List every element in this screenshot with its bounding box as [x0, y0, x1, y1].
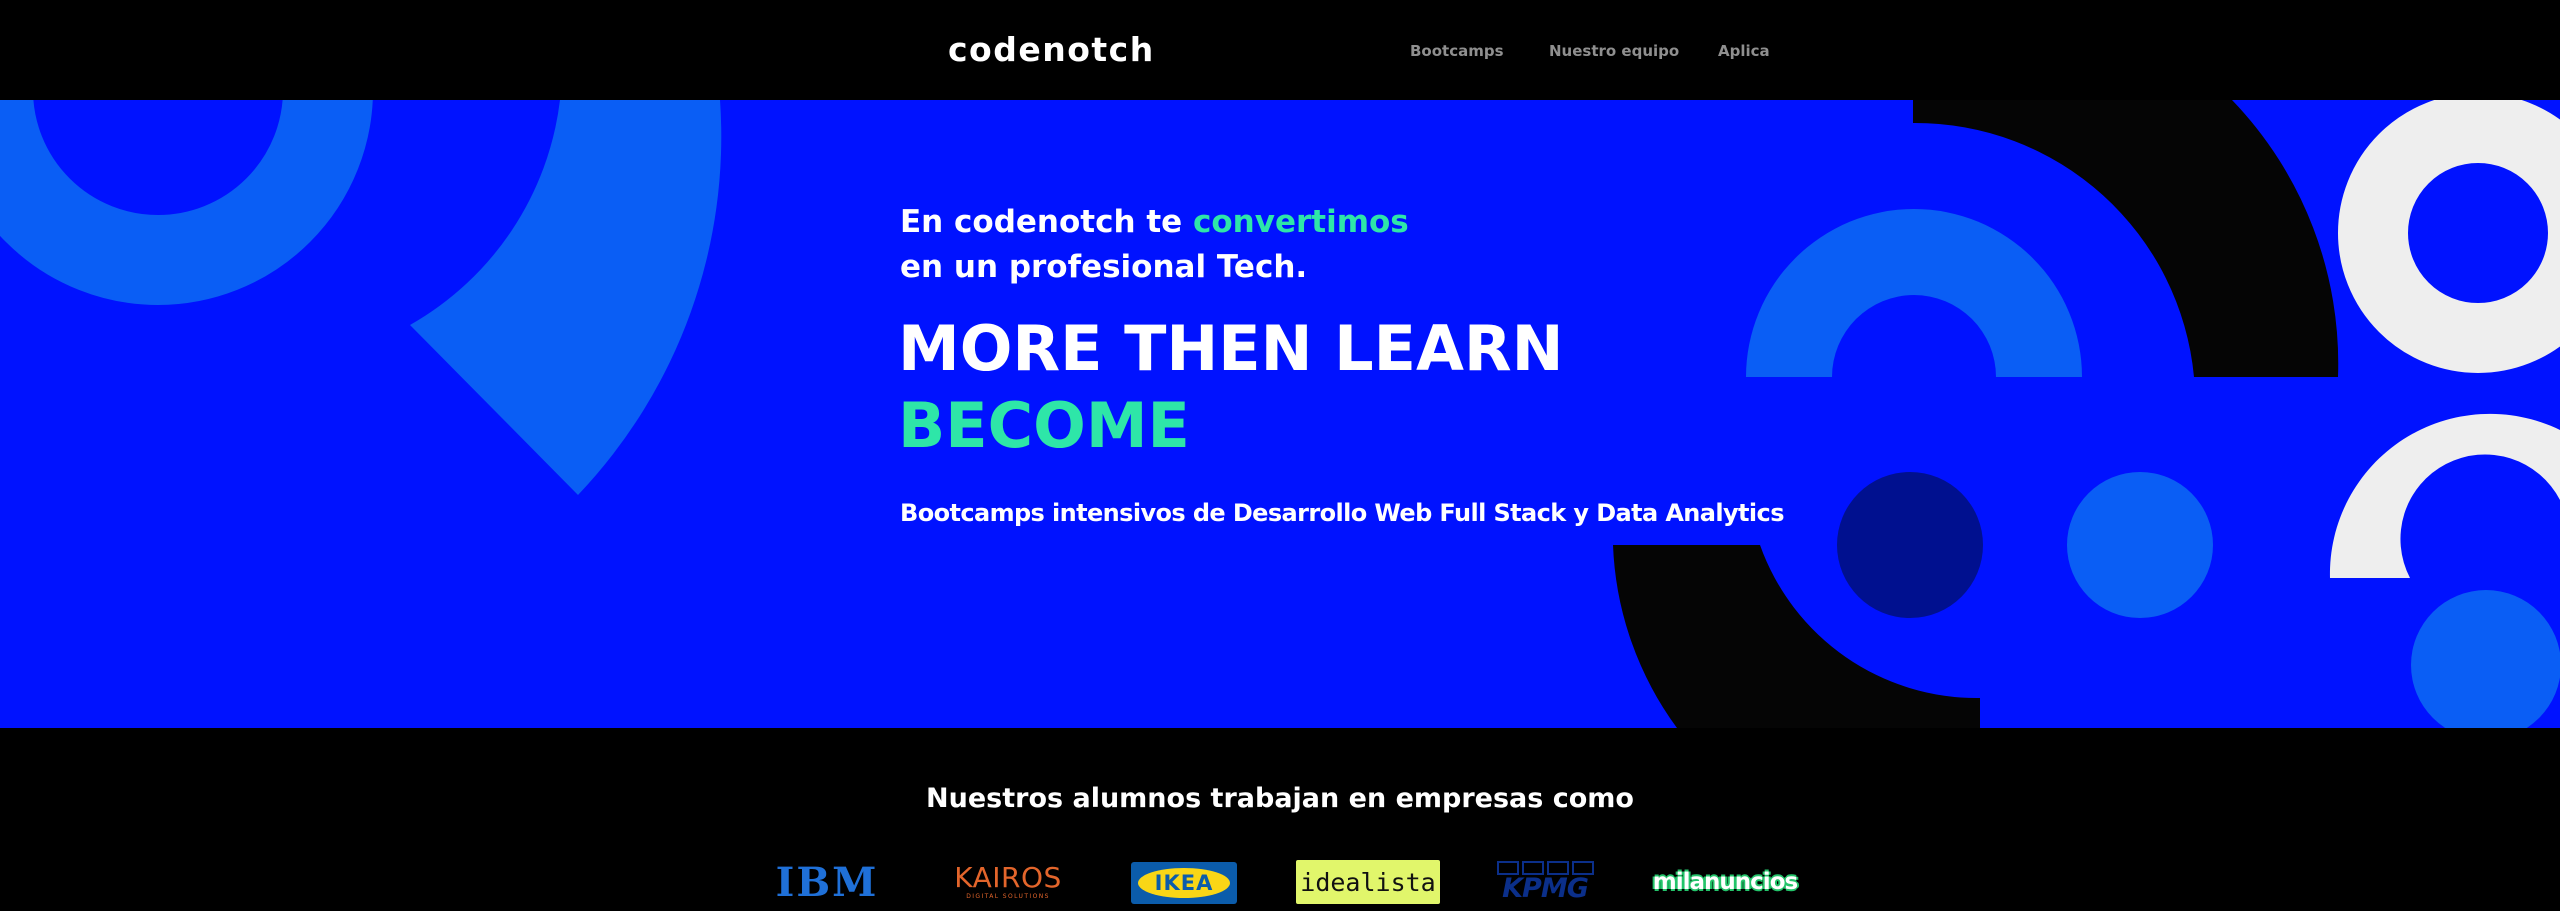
hero-headline-line2: BECOME	[898, 389, 1190, 462]
hero-headline: MORE THEN LEARN BECOME	[898, 310, 1564, 464]
deco-ring-top-left	[0, 100, 373, 305]
kpmg-logo: KPMG	[1495, 860, 1595, 904]
ikea-logo: IKEA	[1131, 862, 1237, 904]
hero-intro-accent: convertimos	[1193, 204, 1409, 240]
ibm-logo-text: IBM	[775, 858, 879, 906]
kairos-logo-subtext: DIGITAL SOLUTIONS	[966, 893, 1050, 900]
deco-white-half-ring	[2329, 413, 2560, 578]
kairos-logo-text: KAIROS	[954, 861, 1062, 894]
hero-intro-line2: en un profesional Tech.	[900, 249, 1308, 285]
deco-half-ring-blue	[1746, 209, 2082, 377]
nav-link-bootcamps[interactable]: Bootcamps	[1410, 40, 1504, 62]
companies-section: Nuestros alumnos trabajan en empresas co…	[0, 728, 2560, 911]
milanuncios-logo-text: milanuncios	[1652, 869, 1798, 895]
hero-intro-prefix: En codenotch te	[900, 204, 1193, 240]
hero-intro: En codenotch te convertimos en un profes…	[900, 200, 1409, 290]
deco-blue-circle-bottom	[2411, 590, 2560, 728]
milanuncios-logo: milanuncios	[1652, 860, 1798, 904]
kairos-logo: KAIROS DIGITAL SOLUTIONS	[952, 860, 1064, 904]
deco-arc-left	[410, 100, 722, 495]
codenotch-logo[interactable]: codenotch	[948, 30, 1155, 70]
idealista-logo-text: idealista	[1300, 867, 1436, 897]
nav-link-aplica[interactable]: Aplica	[1718, 40, 1770, 62]
nav-link-nuestro-equipo[interactable]: Nuestro equipo	[1549, 40, 1679, 62]
deco-white-ring	[2338, 100, 2560, 373]
kpmg-logo-text: KPMG	[1502, 873, 1589, 904]
top-navbar: codenotch Bootcamps Nuestro equipo Aplic…	[0, 0, 2560, 100]
ikea-logo-text: IKEA	[1154, 871, 1214, 895]
ikea-logo-oval: IKEA	[1138, 868, 1230, 898]
hero-banner: En codenotch te convertimos en un profes…	[0, 100, 2560, 728]
companies-title: Nuestros alumnos trabajan en empresas co…	[926, 783, 1634, 814]
deco-blue-circle	[2067, 472, 2213, 618]
hero-headline-line1: MORE THEN LEARN	[898, 312, 1564, 385]
deco-navy-circle	[1837, 472, 1983, 618]
idealista-logo: idealista	[1296, 860, 1440, 904]
ibm-logo: IBM	[776, 859, 877, 906]
hero-subline: Bootcamps intensivos de Desarrollo Web F…	[900, 499, 1784, 527]
